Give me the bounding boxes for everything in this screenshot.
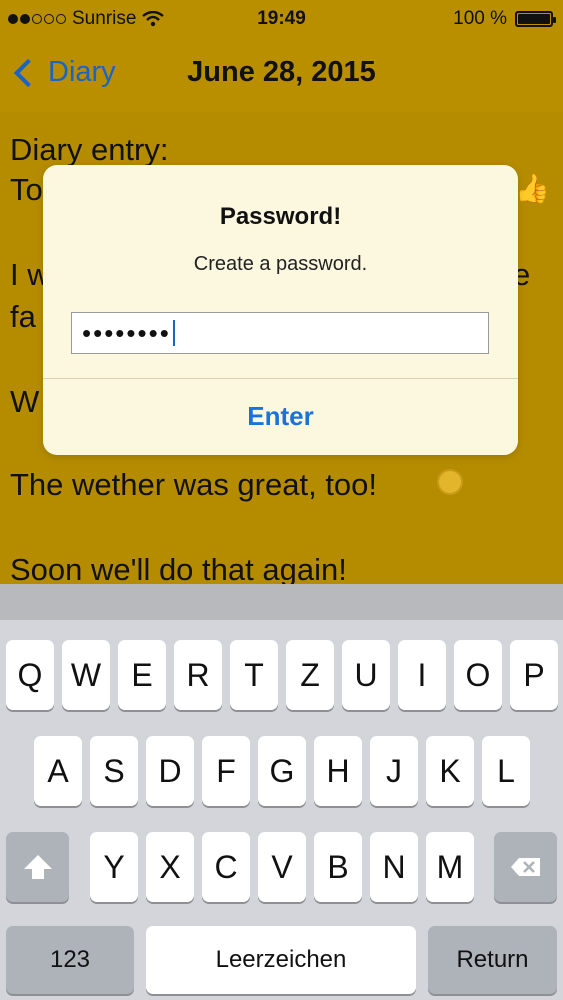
keyboard-top-bar xyxy=(0,584,563,620)
screen: Sunrise 19:49 100 % Diary June 28, 2015 … xyxy=(0,0,563,1000)
password-value: •••••••• xyxy=(82,318,171,348)
key-m[interactable]: M xyxy=(426,832,474,902)
key-u[interactable]: U xyxy=(342,640,390,710)
alert-title: Password! xyxy=(219,203,342,230)
key-i[interactable]: I xyxy=(398,640,446,710)
key-a[interactable]: A xyxy=(34,736,82,806)
navigation-bar: Diary June 28, 2015 xyxy=(0,38,563,113)
key-s[interactable]: S xyxy=(90,736,138,806)
key-r[interactable]: R xyxy=(174,640,222,710)
key-t[interactable]: T xyxy=(230,640,278,710)
key-c[interactable]: C xyxy=(202,832,250,902)
keyboard: Q W E R T Z U I O P A S D F G H J K L Y … xyxy=(0,584,563,1000)
alert-message: Create a password. xyxy=(193,253,368,275)
text-caret xyxy=(172,320,175,346)
key-e[interactable]: E xyxy=(118,640,166,710)
key-l[interactable]: L xyxy=(482,736,530,806)
diary-line: The wether was great, too! xyxy=(10,467,378,502)
numbers-key[interactable]: 123 xyxy=(6,926,134,994)
battery-icon xyxy=(515,11,556,27)
shift-icon xyxy=(23,855,52,879)
page-title: June 28, 2015 xyxy=(187,56,376,88)
status-bar: Sunrise 19:49 100 % xyxy=(0,0,563,38)
battery-percent: 100 % xyxy=(453,8,507,29)
key-w[interactable]: W xyxy=(62,640,110,710)
enter-button[interactable]: Enter xyxy=(43,401,518,432)
key-k[interactable]: K xyxy=(426,736,474,806)
key-o[interactable]: O xyxy=(454,640,502,710)
password-field[interactable]: •••••••• xyxy=(71,312,489,354)
battery-area: 100 % xyxy=(453,8,556,30)
space-key[interactable]: Leerzeichen xyxy=(146,926,416,994)
key-h[interactable]: H xyxy=(314,736,362,806)
shift-key[interactable] xyxy=(6,832,69,902)
password-alert: Password! Create a password. •••••••• En… xyxy=(43,165,518,455)
diary-line: To xyxy=(10,172,43,207)
backspace-icon xyxy=(510,858,540,876)
key-p[interactable]: P xyxy=(510,640,558,710)
key-d[interactable]: D xyxy=(146,736,194,806)
key-z[interactable]: Z xyxy=(286,640,334,710)
key-q[interactable]: Q xyxy=(6,640,54,710)
diary-line: Diary entry: xyxy=(10,132,169,167)
key-y[interactable]: Y xyxy=(90,832,138,902)
thumbs-up-icon: 👍 xyxy=(515,173,550,204)
key-n[interactable]: N xyxy=(370,832,418,902)
key-g[interactable]: G xyxy=(258,736,306,806)
diary-line: W xyxy=(10,384,40,419)
return-key[interactable]: Return xyxy=(428,926,557,994)
key-j[interactable]: J xyxy=(370,736,418,806)
alert-divider xyxy=(43,378,518,379)
sun-icon xyxy=(437,469,463,495)
diary-line: fa xyxy=(10,299,36,334)
key-v[interactable]: V xyxy=(258,832,306,902)
key-x[interactable]: X xyxy=(146,832,194,902)
key-b[interactable]: B xyxy=(314,832,362,902)
key-f[interactable]: F xyxy=(202,736,250,806)
delete-key[interactable] xyxy=(494,832,557,902)
diary-line: Soon we'll do that again! xyxy=(10,552,347,584)
